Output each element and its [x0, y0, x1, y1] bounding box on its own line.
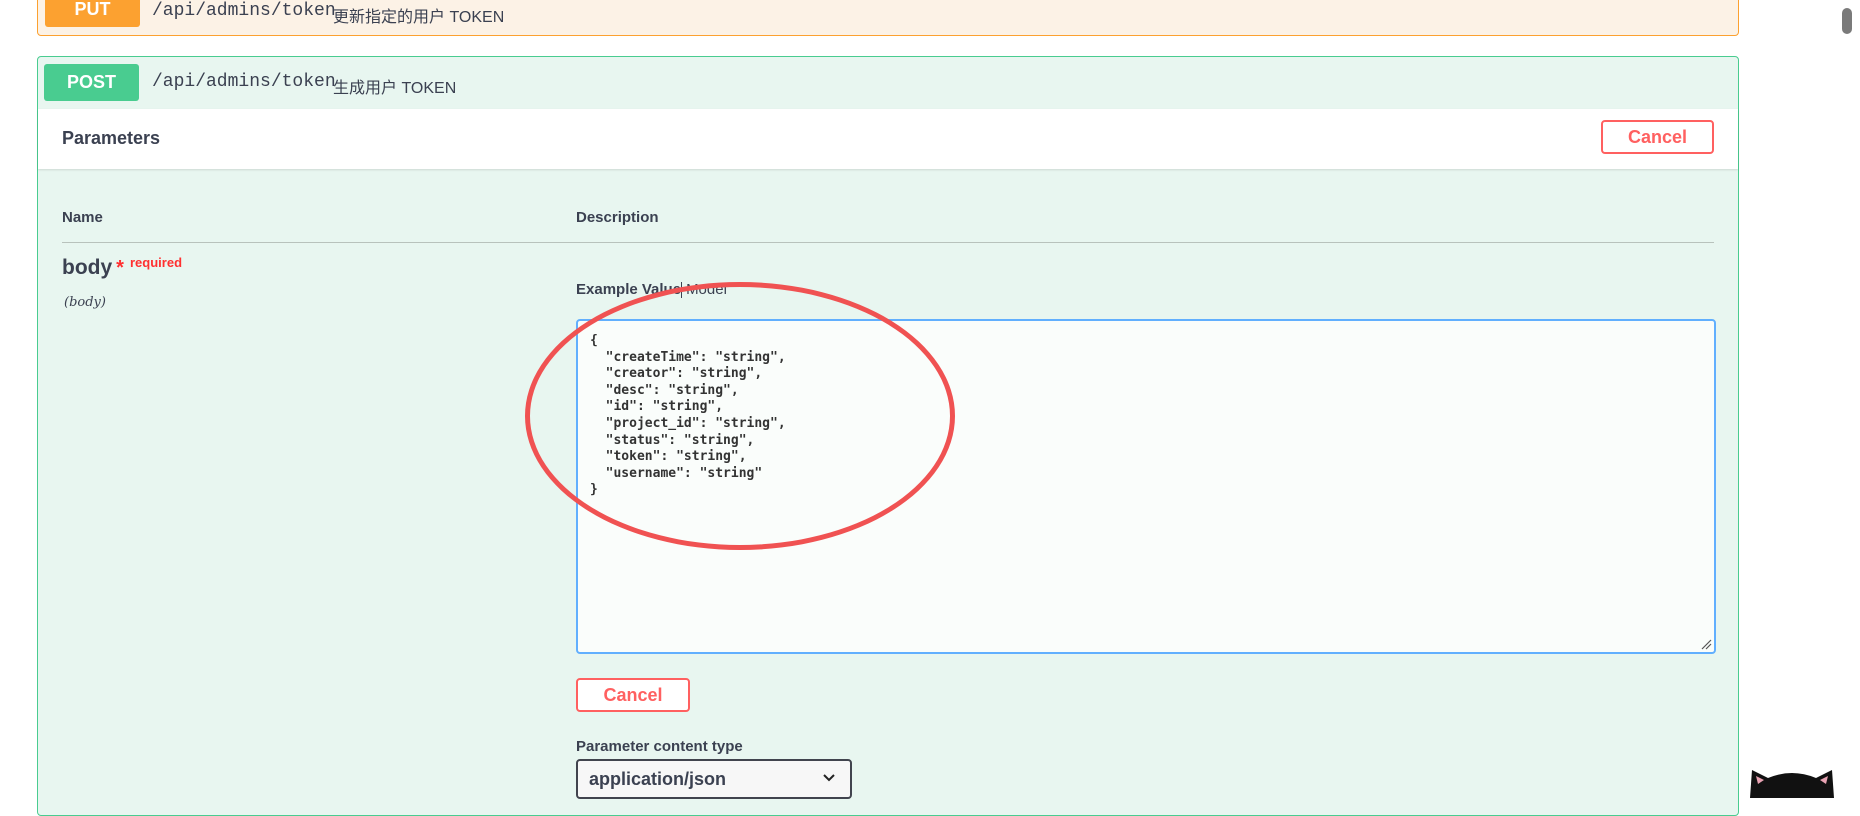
json-line: {	[590, 333, 598, 348]
json-line: "project_id": "string",	[590, 415, 786, 431]
json-line: "desc": "string",	[590, 382, 739, 398]
post-path: /api/admins/token	[152, 72, 336, 92]
content-type-select[interactable]: application/json	[576, 759, 852, 799]
json-line: "id": "string",	[590, 399, 724, 415]
chevron-down-icon	[823, 774, 835, 782]
json-line: "creator": "string",	[590, 366, 763, 382]
param-name-text: body	[62, 256, 113, 279]
tab-example-value[interactable]: Example Value	[576, 281, 681, 298]
content-type-value: application/json	[589, 769, 727, 789]
cat-mascot-icon	[1750, 770, 1834, 798]
parameters-title: Parameters	[62, 128, 161, 148]
param-location: (body)	[64, 295, 106, 310]
post-summary: 生成用户 TOKEN	[333, 80, 457, 97]
param-name: body *	[62, 256, 124, 280]
name-column-header: Name	[62, 209, 103, 226]
json-line: }	[590, 482, 598, 498]
json-line: "username": "string"	[590, 465, 763, 481]
description-column-header: Description	[576, 209, 659, 226]
put-method-badge: PUT	[45, 0, 140, 27]
parameters-header: Parameters Cancel	[38, 109, 1738, 169]
json-line: "token": "string",	[590, 449, 747, 465]
required-label: required	[130, 255, 183, 270]
json-line: "status": "string",	[590, 432, 755, 448]
tab-separator	[681, 282, 683, 299]
json-line: "createTime": "string",	[590, 349, 786, 365]
example-tabs: Example Value Model	[576, 281, 727, 299]
cancel-try-button[interactable]: Cancel	[1601, 120, 1714, 154]
post-operation-summary[interactable]: POST /api/admins/token 生成用户 TOKEN	[38, 57, 1738, 107]
post-method-badge: POST	[44, 64, 139, 101]
header-divider	[62, 242, 1714, 243]
body-json: { "createTime": "string", "creator": "st…	[590, 333, 786, 499]
body-textarea[interactable]: { "createTime": "string", "creator": "st…	[576, 319, 1716, 654]
resize-grip-icon[interactable]	[1700, 638, 1712, 650]
post-token-operation: POST /api/admins/token 生成用户 TOKEN Parame…	[37, 56, 1739, 816]
put-summary: 更新指定的用户 TOKEN	[333, 9, 505, 26]
put-path: /api/admins/token	[152, 1, 336, 21]
required-star: *	[116, 257, 124, 279]
tab-model[interactable]: Model	[686, 281, 727, 298]
scrollbar-thumb[interactable]	[1842, 8, 1852, 34]
cancel-button[interactable]: Cancel	[576, 678, 690, 712]
put-token-operation[interactable]: PUT /api/admins/token 更新指定的用户 TOKEN	[37, 0, 1739, 36]
content-type-label: Parameter content type	[576, 738, 743, 755]
